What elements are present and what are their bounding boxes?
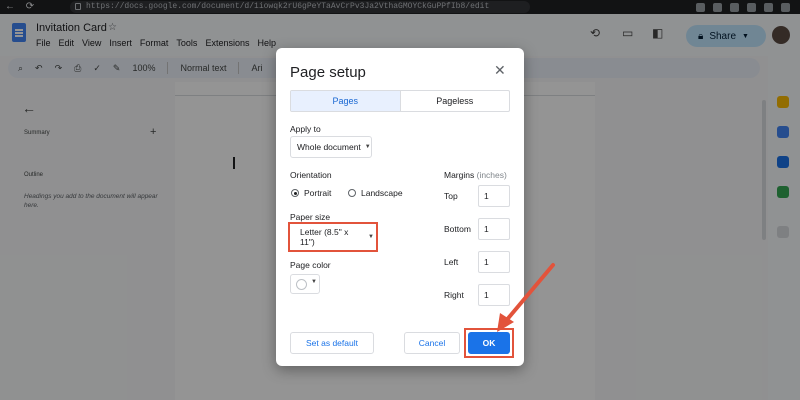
arrow-shaft: [503, 263, 555, 324]
annotation-arrow: [497, 263, 555, 332]
